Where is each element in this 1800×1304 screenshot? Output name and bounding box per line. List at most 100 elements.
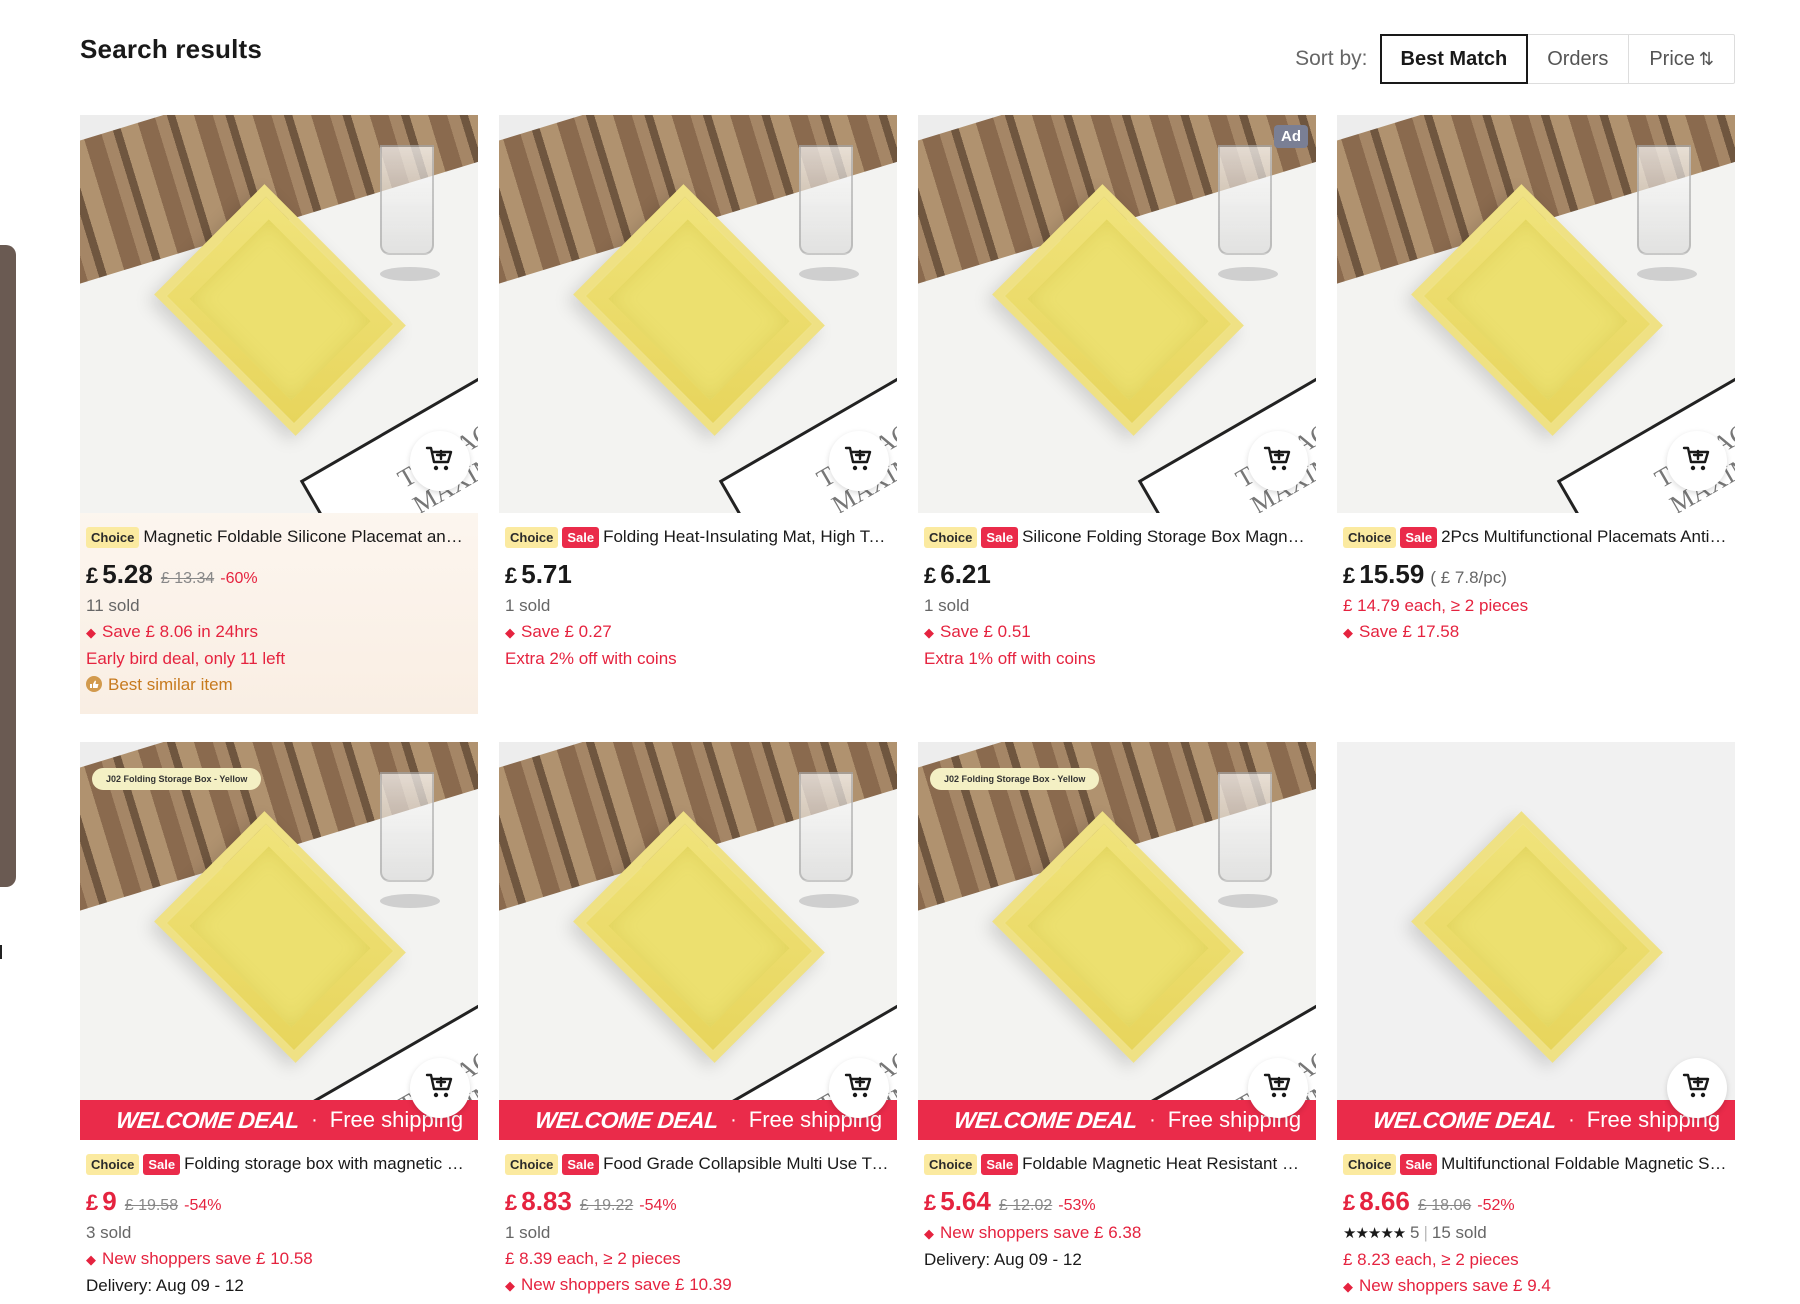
product-card[interactable]: TERRACE MAXIMIJ02 Folding Storage Box - … bbox=[80, 742, 478, 1304]
product-title-row[interactable]: Choice Sale 2Pcs Multifunctional Placemats… bbox=[1343, 523, 1729, 551]
choice-tag: Choice bbox=[924, 1153, 978, 1175]
product-card[interactable]: WELCOME DEAL · Free shipping Choice Sale Mult… bbox=[1337, 742, 1735, 1304]
product-card[interactable]: TERRACE MAXIMIWELCOME DEAL·Free shipping… bbox=[499, 742, 897, 1304]
product-image[interactable]: TERRACE MAXIMIAd bbox=[918, 115, 1316, 513]
product-detail-line: 1 sold bbox=[505, 1220, 891, 1246]
discount-percent: -54% bbox=[184, 1197, 222, 1214]
product-title[interactable]: Silicone Folding Storage Box Magnetic Tr… bbox=[1022, 527, 1310, 547]
add-to-cart-icon bbox=[1682, 1072, 1712, 1105]
product-detail-line: £ 8.39 each, ≥ 2 pieces bbox=[505, 1246, 891, 1272]
add-to-cart-button[interactable] bbox=[829, 431, 889, 491]
product-title[interactable]: Foldable Magnetic Heat Resistant Mat bbox=[1022, 1154, 1310, 1174]
current-price: £8.83 bbox=[505, 1186, 572, 1217]
glass-base-image bbox=[1218, 894, 1278, 908]
sort-price[interactable]: Price ⇅ bbox=[1629, 35, 1734, 83]
product-detail-line: Delivery: Aug 09 - 12 bbox=[924, 1247, 1310, 1273]
product-detail-line: Early bird deal, only 11 left bbox=[86, 646, 472, 672]
currency-symbol: £ bbox=[86, 1190, 99, 1215]
welcome-deal-separator: · bbox=[1149, 1108, 1156, 1131]
price-value: 9 bbox=[102, 1186, 117, 1216]
flame-icon: ◆ bbox=[924, 1226, 934, 1241]
choice-tag: Choice bbox=[505, 1153, 559, 1175]
original-price: £ 13.34 bbox=[160, 570, 215, 587]
product-detail-line: Extra 2% off with coins bbox=[505, 646, 891, 672]
sort-orders[interactable]: Orders bbox=[1527, 35, 1630, 83]
price-value: 5.28 bbox=[102, 559, 153, 589]
product-image[interactable]: TERRACE MAXIMI bbox=[80, 115, 478, 513]
product-image[interactable]: TERRACE MAXIMIJ02 Folding Storage Box - … bbox=[80, 742, 478, 1140]
sold-count: 15 sold bbox=[1431, 1223, 1487, 1242]
currency-symbol: £ bbox=[505, 1190, 518, 1215]
product-title[interactable]: Folding Heat-Insulating Mat, High Temper… bbox=[603, 527, 891, 547]
current-price: £8.66 bbox=[1343, 1186, 1410, 1217]
product-grid: TERRACE MAXIMIChoiceMagnetic Foldable Si… bbox=[80, 115, 1735, 1304]
image-variant-label: J02 Folding Storage Box - Yellow bbox=[930, 768, 1100, 790]
detail-text: New shoppers save £ 6.38 bbox=[940, 1223, 1142, 1242]
current-price: £5.71 bbox=[505, 559, 572, 590]
product-title-row[interactable]: Choice Sale Folding storage box with magne… bbox=[86, 1150, 472, 1178]
product-info: Choice Sale Folding Heat-Insulating Mat, H… bbox=[499, 513, 897, 672]
product-image[interactable]: TERRACE MAXIMIJ02 Folding Storage Box - … bbox=[918, 742, 1316, 1140]
add-to-cart-button[interactable] bbox=[1667, 1058, 1727, 1118]
detail-text: 1 sold bbox=[924, 596, 970, 615]
sort-price-label: Price bbox=[1649, 47, 1695, 70]
original-price: £ 19.58 bbox=[124, 1197, 179, 1214]
product-title-row[interactable]: Choice Sale Multifunctional Foldable Magne… bbox=[1343, 1150, 1729, 1178]
product-card[interactable]: TERRACE MAXIMIJ02 Folding Storage Box - … bbox=[918, 742, 1316, 1304]
flame-icon: ◆ bbox=[86, 1252, 96, 1267]
product-image[interactable]: TERRACE MAXIMI bbox=[1337, 115, 1735, 513]
detail-text: 1 sold bbox=[505, 1223, 551, 1242]
price-row: £15.59 ( £ 7.8/pc) bbox=[1343, 559, 1729, 593]
sort-options: Best Match Orders Price ⇅ bbox=[1379, 34, 1735, 84]
add-to-cart-button[interactable] bbox=[1667, 431, 1727, 491]
product-title[interactable]: Food Grade Collapsible Multi Use Tray bbox=[603, 1154, 891, 1174]
add-to-cart-button[interactable] bbox=[1248, 431, 1308, 491]
product-title-row[interactable]: Choice Magnetic Foldable Silicone Placema… bbox=[86, 523, 472, 551]
welcome-deal-separator: · bbox=[730, 1108, 737, 1131]
add-to-cart-button[interactable] bbox=[410, 431, 470, 491]
wine-glass-image bbox=[799, 145, 853, 255]
sort-label: Sort by: bbox=[1295, 47, 1368, 70]
product-image[interactable]: TERRACE MAXIMIWELCOME DEAL·Free shipping bbox=[499, 742, 897, 1140]
product-detail-line: ◆ Save £ 8.06 in 24hrs bbox=[86, 619, 472, 646]
product-image[interactable]: WELCOME DEAL · Free shipping bbox=[1337, 742, 1735, 1140]
add-to-cart-button[interactable] bbox=[1248, 1058, 1308, 1118]
star-rating-icon: ★★★★★ bbox=[1343, 1225, 1406, 1242]
add-to-cart-button[interactable] bbox=[829, 1058, 889, 1118]
product-detail-line: ◆ Save £ 0.51 bbox=[924, 619, 1310, 646]
detail-text: £ 8.39 each, ≥ 2 pieces bbox=[505, 1249, 681, 1268]
product-card[interactable]: TERRACE MAXIMI ChoiceSale2Pcs Multifuncti… bbox=[1337, 115, 1735, 714]
product-info: Choice Sale Silicone Folding Storage Box M… bbox=[918, 513, 1316, 672]
sort-best-match[interactable]: Best Match bbox=[1379, 34, 1529, 84]
image-variant-label: J02 Folding Storage Box - Yellow bbox=[92, 768, 262, 790]
price-value: 5.71 bbox=[521, 559, 572, 589]
flame-icon: ◆ bbox=[505, 625, 515, 640]
product-image[interactable]: TERRACE MAXIMI bbox=[499, 115, 897, 513]
product-card[interactable]: TERRACE MAXIMI ChoiceSaleFolding Heat-Ins… bbox=[499, 115, 897, 714]
currency-symbol: £ bbox=[924, 1190, 937, 1215]
product-title-row[interactable]: Choice Sale Silicone Folding Storage Box M… bbox=[924, 523, 1310, 551]
product-title[interactable]: Multifunctional Foldable Magnetic Storag… bbox=[1441, 1154, 1729, 1174]
product-title-row[interactable]: Choice Sale Food Grade Collapsible Multi U… bbox=[505, 1150, 891, 1178]
original-price: £ 18.06 bbox=[1417, 1197, 1472, 1214]
price-value: 15.59 bbox=[1359, 559, 1425, 589]
product-title[interactable]: Folding storage box with magnetic corner… bbox=[184, 1154, 472, 1174]
product-card[interactable]: TERRACE MAXIMIAd ChoiceSaleSilicone Foldi… bbox=[918, 115, 1316, 714]
product-card[interactable]: TERRACE MAXIMI ChoiceMagnetic Foldable Si… bbox=[80, 115, 478, 714]
product-detail-line: ◆ New shoppers save £ 6.38 bbox=[924, 1220, 1310, 1247]
detail-text: 1 sold bbox=[505, 596, 551, 615]
welcome-deal-title: WELCOME DEAL bbox=[533, 1106, 720, 1133]
product-title[interactable]: 2Pcs Multifunctional Placemats Anti-Scal… bbox=[1441, 527, 1729, 547]
product-title-row[interactable]: Choice Sale Foldable Magnetic Heat Resista… bbox=[924, 1150, 1310, 1178]
choice-tag: Choice bbox=[86, 526, 140, 548]
add-to-cart-button[interactable] bbox=[410, 1058, 470, 1118]
price-row: £6.21 bbox=[924, 559, 1310, 593]
discount-percent: -53% bbox=[1058, 1197, 1096, 1214]
product-title-row[interactable]: Choice Sale Folding Heat-Insulating Mat, H… bbox=[505, 523, 891, 551]
detail-text: Extra 1% off with coins bbox=[924, 649, 1096, 668]
price-value: 8.83 bbox=[521, 1186, 572, 1216]
price-value: 6.21 bbox=[940, 559, 991, 589]
product-title[interactable]: Magnetic Foldable Silicone Placemat and … bbox=[143, 527, 472, 547]
detail-text: New shoppers save £ 9.4 bbox=[1359, 1276, 1551, 1295]
sale-tag: Sale bbox=[981, 526, 1019, 548]
